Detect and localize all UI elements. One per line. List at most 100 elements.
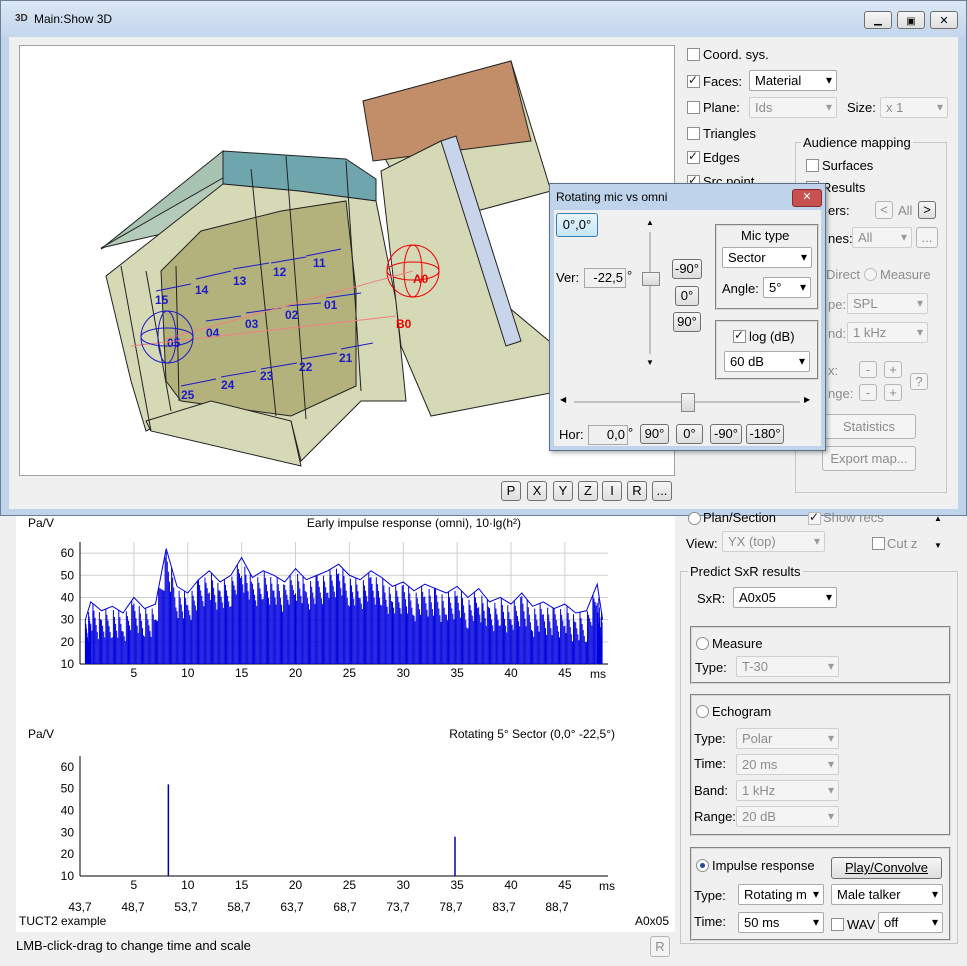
x-tick-label: 15 <box>235 878 249 892</box>
sxr-select[interactable]: A0x05 <box>733 587 837 608</box>
view-i-button[interactable]: I <box>602 481 622 501</box>
reset-angles-button[interactable]: 0°,0° <box>556 213 598 237</box>
ir-time-select[interactable]: 50 ms <box>738 912 824 933</box>
view-r-button[interactable]: R <box>627 481 647 501</box>
measure-map-radio[interactable] <box>864 268 877 281</box>
view-y-button[interactable]: Y <box>553 481 573 501</box>
chart-early-impulse[interactable]: Pa/V Early impulse response (omni), 10·l… <box>16 516 675 716</box>
slider-thumb[interactable] <box>642 272 660 286</box>
talker-select[interactable]: Male talker <box>831 884 943 905</box>
x-tick-label: 40 <box>504 878 518 892</box>
faces-select[interactable]: Material <box>749 70 837 91</box>
log-range-select[interactable]: 60 dB <box>724 351 810 372</box>
model-label: 24 <box>221 378 235 392</box>
scroll-down-icon[interactable]: ▼ <box>934 541 942 550</box>
window-titlebar[interactable]: 3D Main:Show 3D ▁ ▣ ✕ <box>1 1 966 37</box>
prev-filter-button[interactable]: < <box>875 201 893 219</box>
impulse-label: Impulse response <box>712 858 815 873</box>
scroll-up-icon[interactable]: ▲ <box>934 514 942 523</box>
map-type-select[interactable]: SPL <box>847 293 928 314</box>
close-window-button[interactable]: ✕ <box>930 11 958 29</box>
echo-type-select[interactable]: Polar <box>736 728 839 749</box>
triangles-checkbox[interactable] <box>687 127 700 140</box>
chart-footer-left: TUCT2 example <box>19 914 107 928</box>
max-minus-button[interactable]: - <box>859 361 877 378</box>
next-filter-button[interactable]: > <box>918 201 936 219</box>
maximize-button[interactable]: ▣ <box>897 11 925 29</box>
echo-band-select[interactable]: 1 kHz <box>736 780 839 801</box>
model-label: 23 <box>260 369 274 383</box>
coord-sys-checkbox[interactable] <box>687 48 700 61</box>
ver-90-button[interactable]: 90° <box>673 312 701 332</box>
measure-label: Measure <box>712 636 763 651</box>
x-tick-label: 45 <box>558 666 572 680</box>
planes-more-button[interactable]: ... <box>916 227 938 248</box>
log-checkbox[interactable] <box>733 328 746 343</box>
range-minus-button[interactable]: - <box>859 384 877 401</box>
model-label: 04 <box>206 326 220 340</box>
slider-thumb[interactable] <box>681 393 695 412</box>
plan-section-label: Plan/Section <box>703 510 776 525</box>
faces-checkbox[interactable] <box>687 73 700 88</box>
show-recs-checkbox[interactable] <box>808 510 821 525</box>
chart-title: Rotating 5° Sector (0,0° -22,5°) <box>449 727 615 741</box>
echo-range-select[interactable]: 20 dB <box>736 806 839 827</box>
plane-checkbox[interactable] <box>687 101 700 114</box>
export-map-button[interactable]: Export map... <box>822 446 916 471</box>
echo-time-select[interactable]: 20 ms <box>736 754 839 775</box>
triangles-label: Triangles <box>703 126 756 141</box>
help-button[interactable]: ? <box>910 373 928 390</box>
surfaces-checkbox[interactable] <box>806 159 819 172</box>
range-plus-button[interactable]: + <box>884 384 902 401</box>
measure-map-label: Measure <box>880 267 931 282</box>
time-axis-label: 73,7 <box>386 900 410 914</box>
cut-z-checkbox[interactable] <box>872 537 885 550</box>
surfaces-label: Surfaces <box>822 158 874 173</box>
wav-select[interactable]: off <box>878 912 943 933</box>
max-plus-button[interactable]: + <box>884 361 902 378</box>
wav-checkbox[interactable] <box>831 918 844 931</box>
dialog-title: Rotating mic vs omni <box>556 190 668 204</box>
planes-select[interactable]: All <box>852 227 912 248</box>
hor-value-field[interactable]: 0,0 <box>588 425 628 445</box>
play-convolve-button[interactable]: Play/Convolve <box>831 857 942 879</box>
play-convolve-label: Play/Convolve <box>844 860 929 875</box>
measure-radio[interactable] <box>696 637 709 650</box>
dialog-close-button[interactable]: ✕ <box>792 189 822 207</box>
minimize-button[interactable]: ▁ <box>864 11 892 29</box>
window-title: Main:Show 3D <box>34 12 113 26</box>
ver-label: Ver: <box>556 270 580 285</box>
map-band-select[interactable]: 1 kHz <box>847 322 928 343</box>
edges-checkbox[interactable] <box>687 149 700 164</box>
impulse-radio[interactable] <box>696 859 709 872</box>
view-select[interactable]: YX (top) <box>722 531 825 552</box>
view-p-button[interactable]: P <box>501 481 521 501</box>
ver-minus90-button[interactable]: -90° <box>672 259 702 279</box>
direct-label: Direct <box>826 267 860 282</box>
status-r-button[interactable]: R <box>650 936 670 957</box>
hor-minus180-button[interactable]: -180° <box>746 424 784 444</box>
hor-90-button[interactable]: 90° <box>640 424 669 444</box>
plane-select[interactable]: Ids <box>749 97 837 118</box>
angle-select[interactable]: 5° <box>763 277 811 298</box>
size-select[interactable]: x 1 <box>880 97 948 118</box>
hor-0-button[interactable]: 0° <box>676 424 703 444</box>
view-more-button[interactable]: ... <box>652 481 672 501</box>
chart-rotating-sector[interactable]: Pa/V Rotating 5° Sector (0,0° -22,5°) ms… <box>16 716 675 932</box>
model-label: 22 <box>299 360 313 374</box>
echogram-radio[interactable] <box>696 705 709 718</box>
statistics-button[interactable]: Statistics <box>822 414 916 439</box>
hor-minus90-button[interactable]: -90° <box>710 424 742 444</box>
view-x-button[interactable]: X <box>527 481 547 501</box>
ver-slider[interactable]: ▲ ▼ <box>640 218 660 368</box>
plan-section-radio[interactable] <box>688 512 701 525</box>
ir-type-select[interactable]: Rotating m <box>738 884 824 905</box>
measure-type-select[interactable]: T-30 <box>736 656 839 677</box>
ver-value-field[interactable]: -22,5 <box>584 268 626 288</box>
model-label: 21 <box>339 351 353 365</box>
mic-type-select[interactable]: Sector <box>722 247 812 268</box>
ver-0-button[interactable]: 0° <box>675 286 699 306</box>
model-label: 03 <box>245 317 259 331</box>
hor-slider[interactable]: ◀ ▶ <box>560 392 814 412</box>
view-z-button[interactable]: Z <box>578 481 598 501</box>
